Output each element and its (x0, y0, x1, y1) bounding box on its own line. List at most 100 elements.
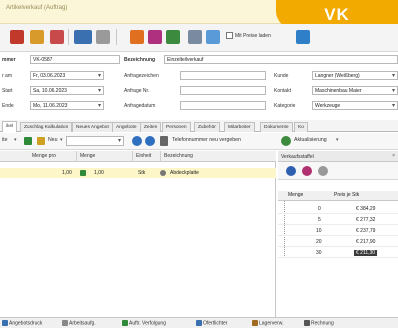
start-field[interactable]: Sa, 10.06.2023 (30, 86, 104, 95)
tab-strip: ikel Zuschlag Kalkulation Neues Angebot … (0, 120, 398, 132)
view-dropdown[interactable]: ite (2, 137, 7, 143)
color-icon[interactable] (302, 166, 312, 176)
globe-icon[interactable] (286, 166, 296, 176)
warehouse-icon (252, 320, 258, 326)
calendar-icon[interactable] (148, 30, 162, 44)
work-task-label: Arbeitsaufg. (69, 320, 96, 327)
contact-field[interactable]: Maschinenbau Maier (312, 86, 398, 95)
column-divider (160, 151, 161, 162)
lights-label: Ofertlichter (203, 320, 228, 327)
cube-icon[interactable] (166, 30, 180, 44)
new-button[interactable]: Neu (48, 137, 58, 143)
col-quantity[interactable]: Menge (288, 192, 303, 198)
invoice-label: Rechnung (311, 320, 334, 327)
list-icon[interactable] (160, 136, 168, 146)
share-icon[interactable] (74, 30, 92, 44)
notes-icon[interactable] (130, 30, 144, 44)
delete-icon[interactable] (50, 30, 64, 44)
inquiry-date-field[interactable] (180, 101, 266, 110)
column-divider (132, 151, 133, 162)
load-prices-checkbox[interactable] (226, 32, 233, 39)
refresh-chevron-icon[interactable]: ▾ (336, 137, 339, 143)
offer-print-button[interactable]: Angebotsdruck (2, 320, 42, 326)
tab-accessories[interactable]: Zubehör (194, 122, 220, 132)
price-row-quantity: 0 (318, 206, 321, 212)
tab-times[interactable]: Zeiten (140, 122, 162, 132)
refresh-button[interactable]: Aktualisierung (294, 137, 327, 143)
customer-field[interactable]: Langner (Weißberg) (312, 71, 398, 80)
price-row[interactable]: 5 € 277,32 (278, 216, 398, 225)
new-icon[interactable] (37, 137, 45, 145)
tab-documents[interactable]: Dokumente (260, 122, 293, 132)
inquiry-mark-field[interactable] (180, 71, 266, 80)
date-field[interactable]: Fr, 03.06.2023 (30, 71, 104, 80)
tab-articles[interactable]: ikel (2, 121, 18, 132)
main-toolbar: Mit Preise laden (0, 24, 398, 52)
price-row-selected[interactable]: 30 € 211,30 (278, 249, 398, 258)
col-description[interactable]: Bezeichnung (164, 153, 193, 159)
invoice-button[interactable]: Rechnung (304, 320, 334, 326)
search-combo[interactable] (66, 136, 124, 146)
toolbar-separator (116, 29, 117, 45)
document-icon[interactable] (10, 30, 24, 44)
price-row-price: € 211,30 (354, 250, 378, 256)
window-title: Artikelverkauf (Auftrag) (6, 5, 68, 11)
end-field[interactable]: Mo, 11.06.2023 (30, 101, 104, 110)
tab-new-offer[interactable]: Neues Angebot (72, 122, 113, 132)
tab-employees[interactable]: Mitarbeiter (224, 122, 255, 132)
lock-icon[interactable] (30, 30, 44, 44)
panel-title: Verkaufsstaffel × (278, 151, 398, 162)
price-row[interactable]: 0 € 384,29 (278, 205, 398, 214)
col-unit[interactable]: Einheit (136, 153, 151, 159)
start-label: Start (2, 88, 13, 94)
grid-icon[interactable] (24, 137, 32, 145)
col-quantity-per[interactable]: Menge pro (32, 153, 56, 159)
save-icon[interactable] (206, 30, 220, 44)
description-field[interactable]: Einzelteilverkauf (164, 55, 398, 64)
price-row[interactable]: 10 € 237,79 (278, 227, 398, 236)
view-dropdown-chevron-icon[interactable]: ▾ (14, 137, 17, 143)
toolbar-separator (68, 29, 69, 45)
lights-icon (196, 320, 202, 326)
renumber-phone-button[interactable]: Telefonnummer neu vergeben (172, 137, 241, 143)
price-row-quantity: 5 (318, 217, 321, 223)
close-icon[interactable]: × (392, 153, 395, 159)
panel-title-text: Verkaufsstaffel (281, 154, 314, 160)
eye-icon[interactable] (318, 166, 328, 176)
tab-surcharge-calculation[interactable]: Zuschlag Kalkulation (20, 122, 73, 132)
lights-button[interactable]: Ofertlichter (196, 320, 227, 326)
price-row[interactable]: 20 € 217,90 (278, 238, 398, 247)
forward-icon[interactable] (145, 136, 155, 146)
end-label: Ende (2, 103, 14, 109)
category-field[interactable]: Werkzeuge (312, 101, 398, 110)
print-icon[interactable] (96, 30, 110, 44)
wizard-icon[interactable] (296, 30, 310, 44)
col-quantity[interactable]: Menge (80, 153, 95, 159)
warehouse-button[interactable]: Lagerverw. (252, 320, 283, 326)
work-task-button[interactable]: Arbeitsaufg. (62, 320, 96, 326)
number-label: mmer (2, 57, 16, 63)
refresh-icon[interactable] (281, 136, 291, 146)
tab-persons[interactable]: Personen (162, 122, 191, 132)
tab-more[interactable]: Ko (294, 122, 308, 132)
tab-offers[interactable]: Angebote (112, 122, 141, 132)
price-row-price: € 277,32 (356, 217, 376, 223)
new-chevron-icon[interactable]: ▾ (60, 137, 63, 143)
inquiry-number-field[interactable] (180, 86, 266, 95)
back-icon[interactable] (132, 136, 142, 146)
price-row-price: € 217,90 (356, 239, 376, 245)
export-icon[interactable] (188, 30, 202, 44)
grid-toolbar: ite ▾ Neu ▾ Telefonnummer neu vergeben A… (0, 133, 398, 150)
order-tracking-button[interactable]: Auftr. Verfolgung (122, 320, 166, 326)
offer-print-label: Angebotsdruck (9, 320, 43, 327)
article-icon (160, 170, 166, 176)
col-price-per-piece[interactable]: Preis je Stk (334, 192, 359, 198)
header-form: mmer VK-0587 Bezeichnung Einzelteilverka… (0, 52, 398, 118)
load-prices-label: Mit Preise laden (235, 33, 271, 39)
task-icon (62, 320, 68, 326)
number-field[interactable]: VK-0587 (30, 55, 120, 64)
panel-toolbar (278, 162, 398, 180)
category-label: Kategorie (274, 103, 296, 109)
table-row[interactable]: 1,00 1,00 Stk Abdeckplatte (0, 168, 276, 178)
grid-header: Menge pro Menge Einheit Bezeichnung (0, 151, 276, 162)
